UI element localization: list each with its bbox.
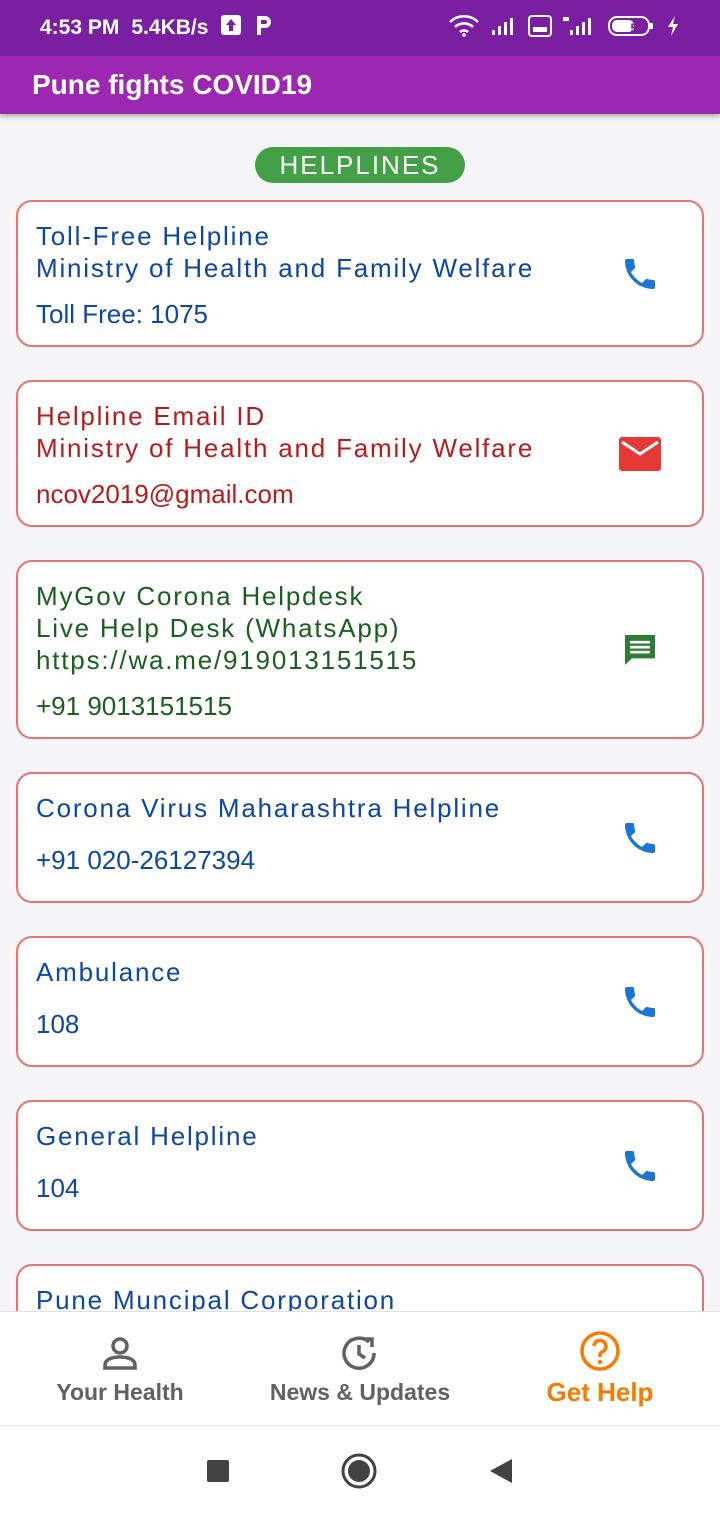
phone-icon[interactable] [618,252,662,296]
card-title: Helpline Email ID [36,401,267,431]
recents-button[interactable] [206,1459,230,1488]
card-value: 104 [36,1173,80,1203]
charging-icon [666,15,680,42]
bottom-navigation: Your Health News & Updates Get Help [0,1311,720,1425]
nav-get-help[interactable]: Get Help [480,1312,720,1425]
back-button[interactable] [488,1457,514,1490]
app-title: Pune fights COVID19 [32,69,313,100]
card-value: 108 [36,1009,80,1039]
card-value: +91 020-26127394 [36,845,256,875]
card-title: Pune Muncipal Corporation [36,1285,397,1311]
helpline-card-email[interactable]: Helpline Email ID Ministry of Health and… [16,380,704,527]
helpline-card-whatsapp[interactable]: MyGov Corona Helpdesk Live Help Desk (Wh… [16,560,704,739]
signal-4g-icon [562,15,598,42]
upload-icon [220,14,242,42]
card-subtitle: Ministry of Health and Family Welfare [36,433,535,463]
signal-icon [490,16,518,41]
system-navigation [0,1425,720,1520]
phone-icon[interactable] [618,1144,662,1188]
help-icon [579,1329,621,1373]
status-speed: 5.4KB/s [131,16,209,39]
nav-label: Your Health [56,1379,184,1405]
chat-icon[interactable] [618,628,662,672]
helpline-card-pmc[interactable]: Pune Muncipal Corporation [16,1264,704,1311]
card-title: Corona Virus Maharashtra Helpline [36,793,502,823]
nav-news-updates[interactable]: News & Updates [240,1312,480,1425]
card-title: Toll-Free Helpline [36,221,271,251]
section-header-helplines: HELPLINES [255,147,465,183]
card-link[interactable]: https://wa.me/919013151515 [36,644,418,676]
card-value: ncov2019@gmail.com [36,479,294,509]
status-time: 4:53 PM [40,16,120,39]
email-icon[interactable] [618,432,662,476]
helplines-list[interactable]: HELPLINES Toll-Free Helpline Ministry of… [0,114,720,1311]
card-subtitle: Ministry of Health and Family Welfare [36,253,535,283]
helpline-card-ambulance[interactable]: Ambulance 108 [16,936,704,1067]
parking-icon [254,14,274,42]
app-bar: Pune fights COVID19 [0,56,720,114]
phone-icon[interactable] [618,980,662,1024]
card-subtitle: Live Help Desk (WhatsApp) [36,613,401,643]
nav-label: News & Updates [269,1379,451,1405]
helpline-card-general[interactable]: General Helpline 104 [16,1100,704,1231]
card-title: MyGov Corona Helpdesk [36,581,365,611]
card-value: Toll Free: 1075 [36,299,208,329]
person-icon [101,1331,139,1375]
card-value: +91 9013151515 [36,691,232,721]
helpline-card-maharashtra[interactable]: Corona Virus Maharashtra Helpline +91 02… [16,772,704,903]
nav-label: Get Help [546,1377,654,1407]
card-title: Ambulance [36,957,183,987]
phone-icon[interactable] [618,816,662,860]
home-button[interactable] [340,1452,378,1495]
wifi-icon [448,14,480,42]
history-icon [340,1331,380,1375]
status-bar: 4:53 PM 5.4KB/s 51 [0,0,720,56]
volte-icon [528,14,552,42]
battery-level: 51 [630,20,646,36]
helpline-card-toll-free[interactable]: Toll-Free Helpline Ministry of Health an… [16,200,704,347]
nav-your-health[interactable]: Your Health [0,1312,240,1425]
card-title: General Helpline [36,1121,259,1151]
